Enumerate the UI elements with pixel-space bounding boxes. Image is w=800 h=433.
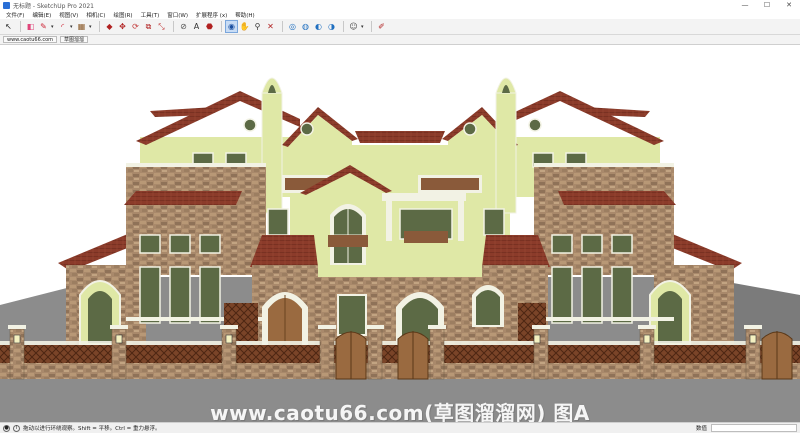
toolbar-separator <box>173 21 174 32</box>
ornament-window <box>528 118 542 132</box>
toolbar-separator <box>282 21 283 32</box>
scene-tab-1[interactable]: www.caotu66.com <box>3 36 58 43</box>
maximize-button[interactable]: ☐ <box>756 0 778 10</box>
chevron-down-icon[interactable]: ▾ <box>361 24 365 30</box>
menu-edit[interactable]: 编辑(E) <box>28 11 55 19</box>
minimize-button[interactable]: — <box>734 0 756 10</box>
shape-icon[interactable]: ▦ <box>76 21 87 32</box>
scene-tab-2[interactable]: 草图溜溜 <box>60 36 89 43</box>
menu-draw[interactable]: 绘图(R) <box>109 11 136 19</box>
paint-bucket-icon[interactable]: ⬣ <box>204 21 215 32</box>
offset-icon[interactable]: ⧉ <box>143 21 154 32</box>
tape-measure-icon[interactable]: ⊘ <box>178 21 189 32</box>
left-window-grid <box>139 234 221 324</box>
sketchup-logo-icon <box>3 1 10 9</box>
pencil-icon[interactable]: ✎ <box>38 21 49 32</box>
toolbar-separator <box>20 21 21 32</box>
info-icon[interactable]: i <box>13 424 20 432</box>
toolbar-separator <box>371 21 372 32</box>
orbit-icon[interactable]: ◉ <box>225 20 238 33</box>
pan-icon[interactable]: ✋ <box>239 21 250 32</box>
toolbar-separator <box>343 21 344 32</box>
menu-camera[interactable]: 相机(C) <box>82 11 109 19</box>
measurements-input[interactable] <box>711 424 797 432</box>
eraser-icon[interactable]: ◧ <box>25 21 36 32</box>
entry-roof-left <box>250 235 318 267</box>
model-viewport[interactable] <box>0 44 800 422</box>
menu-tools[interactable]: 工具(T) <box>137 11 164 19</box>
rotate-icon[interactable]: ⟳ <box>130 21 141 32</box>
account-icon[interactable]: ☺ <box>348 21 359 32</box>
left-mid-roof <box>124 191 242 205</box>
chevron-down-icon[interactable]: ▾ <box>51 24 55 30</box>
right-mid-roof <box>558 191 676 205</box>
status-bar: ● i 拖动以进行环绕观察。Shift = 平移。Ctrl = 重力悬浮。 数值 <box>0 422 800 433</box>
warehouse-icon[interactable]: ◎ <box>287 21 298 32</box>
scene-tabs: www.caotu66.com 草图溜溜 <box>0 35 800 44</box>
window-controls: — ☐ ✕ <box>734 0 800 10</box>
select-icon[interactable]: ↖ <box>3 21 14 32</box>
menu-help[interactable]: 帮助(H) <box>231 11 258 19</box>
chevron-down-icon[interactable]: ▾ <box>70 24 74 30</box>
edit-icon[interactable]: ✐ <box>376 21 387 32</box>
title-bar: 无标题 - SketchUp Pro 2021 — ☐ ✕ <box>0 0 800 10</box>
ornament-window <box>243 118 257 132</box>
villa-model <box>0 77 800 422</box>
menu-window[interactable]: 窗口(W) <box>163 11 192 19</box>
extension-manager-icon[interactable]: ◑ <box>326 21 337 32</box>
push-pull-icon[interactable]: ◆ <box>104 21 115 32</box>
right-stone-block <box>534 163 674 275</box>
scale-icon[interactable]: ⤡ <box>156 21 167 32</box>
toolbar: ↖ ◧ ✎ ▾ ◜ ▾ ▦ ▾ ◆ ✥ ⟳ ⧉ ⤡ ⊘ A ⬣ ◉ ✋ ⚲ ✕ … <box>0 19 800 35</box>
geolocation-icon[interactable]: ● <box>3 424 10 432</box>
chevron-down-icon[interactable]: ▾ <box>89 24 93 30</box>
right-tower <box>495 92 517 214</box>
toolbar-separator <box>221 21 222 32</box>
toolbar-separator <box>99 21 100 32</box>
arc-icon[interactable]: ◜ <box>57 21 68 32</box>
menu-extensions[interactable]: 扩展程序 (x) <box>192 11 231 19</box>
layout-icon[interactable]: ◐ <box>313 21 324 32</box>
menu-view[interactable]: 视图(V) <box>55 11 82 19</box>
status-hint: 拖动以进行环绕观察。Shift = 平移。Ctrl = 重力悬浮。 <box>23 426 161 432</box>
text-icon[interactable]: A <box>191 21 202 32</box>
menu-bar: 文件(F) 编辑(E) 视图(V) 相机(C) 绘图(R) 工具(T) 窗口(W… <box>0 10 800 19</box>
extension-warehouse-icon[interactable]: ◍ <box>300 21 311 32</box>
move-icon[interactable]: ✥ <box>117 21 128 32</box>
window-title: 无标题 - SketchUp Pro 2021 <box>13 2 94 10</box>
ornament-window <box>463 122 477 136</box>
zoom-extents-icon[interactable]: ✕ <box>265 21 276 32</box>
pergola <box>382 193 466 201</box>
menu-file[interactable]: 文件(F) <box>2 11 28 19</box>
right-main-roof <box>500 91 664 145</box>
entry-roof-right <box>482 235 550 267</box>
ornament-window <box>300 122 314 136</box>
center-roof <box>355 131 445 143</box>
left-stone-block <box>126 163 266 275</box>
zoom-icon[interactable]: ⚲ <box>252 21 263 32</box>
close-button[interactable]: ✕ <box>778 0 800 10</box>
right-window-grid <box>551 234 633 324</box>
measurements-label: 数值 <box>695 426 707 432</box>
